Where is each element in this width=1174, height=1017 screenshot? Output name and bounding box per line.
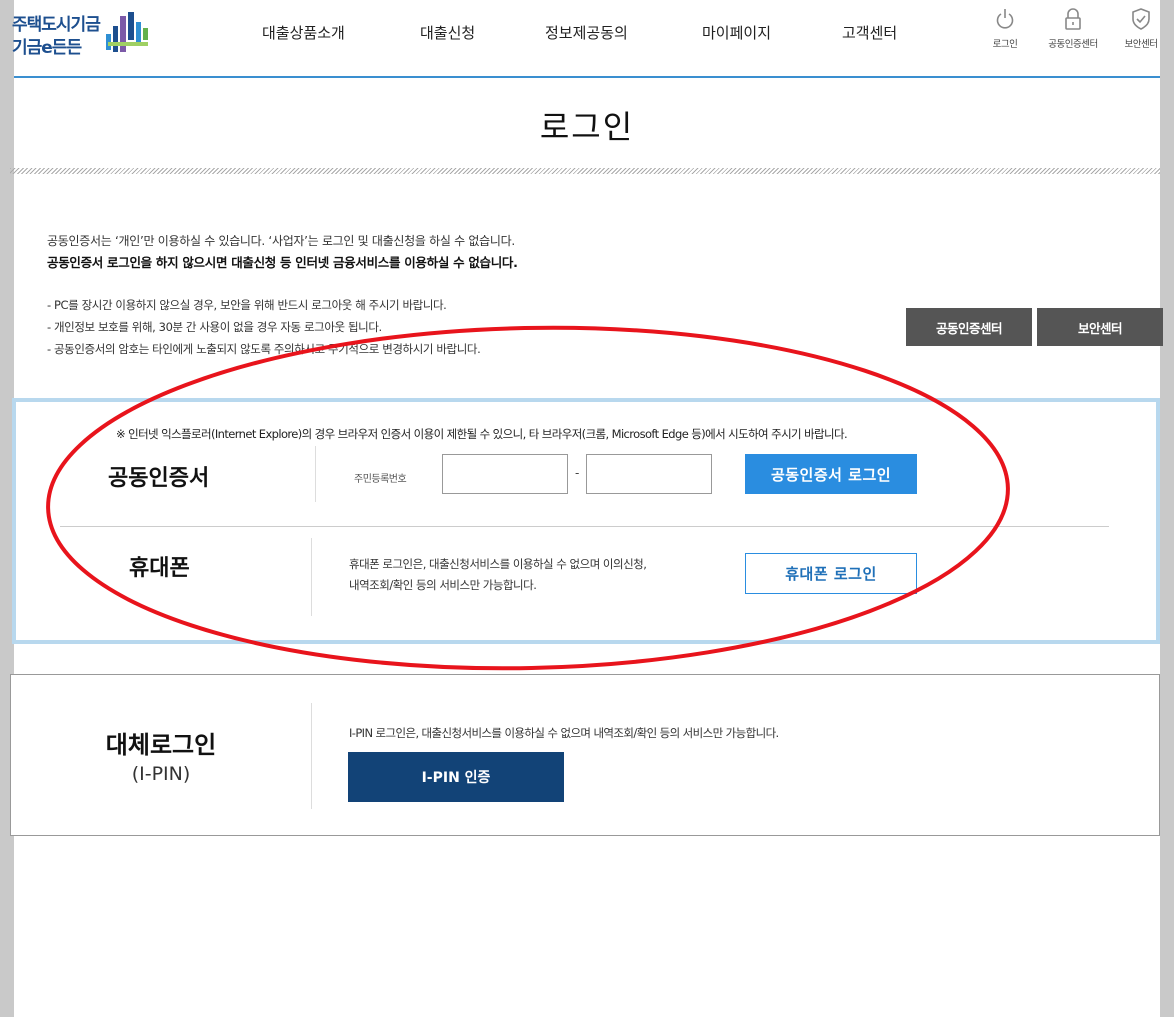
util-security-center[interactable]: 보안센터 xyxy=(1106,8,1174,50)
phone-login-button[interactable]: 휴대폰 로그인 xyxy=(745,553,917,594)
cert-center-button[interactable]: 공동인증센터 xyxy=(906,308,1032,346)
util-security-center-label: 보안센터 xyxy=(1124,39,1158,50)
util-cert-center-label: 공동인증센터 xyxy=(1048,39,1098,50)
shield-icon xyxy=(1132,8,1150,30)
alt-login-panel: 대체로그인 (I-PIN) I-PIN 로그인은, 대출신청서비스를 이용하실 … xyxy=(10,674,1160,836)
nav-loan-apply[interactable]: 대출신청 xyxy=(420,22,475,43)
notice-bullets: - PC를 장시간 이용하지 않으실 경우, 보안을 위해 반드시 로그아웃 해… xyxy=(47,294,481,360)
lock-icon xyxy=(1065,8,1081,30)
login-panel: ※ 인터넷 익스플로러(Internet Explore)의 경우 브라우저 인… xyxy=(12,398,1160,644)
util-cert-center[interactable]: 공동인증센터 xyxy=(1038,8,1108,50)
rrn-front-input[interactable] xyxy=(442,454,568,494)
page-title: 로그인 xyxy=(539,108,635,146)
cert-login-button[interactable]: 공동인증서 로그인 xyxy=(745,454,917,494)
alt-login-subtitle: (I-PIN) xyxy=(131,763,191,785)
cert-login-label: 공동인증서 xyxy=(108,466,210,491)
title-divider xyxy=(10,168,1160,174)
notice-bullet: - 개인정보 보호를 위해, 30분 간 사용이 없을 경우 자동 로그아웃 됩… xyxy=(47,320,382,334)
rrn-back-input[interactable] xyxy=(586,454,712,494)
site-logo[interactable]: 주택도시기금 기금e든든 xyxy=(12,10,172,60)
logo-mark-icon xyxy=(106,12,148,52)
section-divider xyxy=(60,526,1109,527)
notice-bullet: - PC를 장시간 이용하지 않으실 경우, 보안을 위해 반드시 로그아웃 해… xyxy=(47,298,447,312)
notice-line-1: 공동인증서는 ‘개인’만 이용하실 수 있습니다. ‘사업자’는 로그인 및 대… xyxy=(47,234,515,248)
util-login-label: 로그인 xyxy=(992,39,1018,50)
nav-info-consent[interactable]: 정보제공동의 xyxy=(545,22,628,43)
phone-login-desc: 휴대폰 로그인은, 대출신청서비스를 이용하실 수 없으며 이의신청, 내역조회… xyxy=(349,554,647,596)
phone-login-label: 휴대폰 xyxy=(129,556,190,581)
divider xyxy=(311,538,312,616)
logo-text-line2: 기금e든든 xyxy=(12,38,82,58)
rrn-dash: - xyxy=(575,466,580,480)
logo-text-line1: 주택도시기금 xyxy=(12,15,101,35)
notice-line-2: 공동인증서 로그인을 하지 않으시면 대출신청 등 인터넷 금융서비스를 이용하… xyxy=(47,255,518,270)
alt-login-desc: I-PIN 로그인은, 대출신청서비스를 이용하실 수 없으며 내역조회/확인 … xyxy=(349,726,779,740)
power-icon xyxy=(996,9,1014,29)
nav-customer-center[interactable]: 고객센터 xyxy=(842,22,897,43)
page: 주택도시기금 기금e든든 대출상품소개 대출신청 정보제공동의 마이페이지 고객… xyxy=(10,0,1163,1017)
rrn-label: 주민등록번호 xyxy=(354,474,407,485)
divider xyxy=(315,446,316,502)
site-header: 주택도시기금 기금e든든 대출상품소개 대출신청 정보제공동의 마이페이지 고객… xyxy=(12,0,1160,78)
util-login[interactable]: 로그인 xyxy=(970,8,1040,50)
alt-login-title: 대체로그인 xyxy=(105,731,217,759)
divider xyxy=(311,703,312,809)
nav-loan-products[interactable]: 대출상품소개 xyxy=(262,22,345,43)
ipin-auth-button[interactable]: I-PIN 인증 xyxy=(348,752,564,802)
phone-desc-line-1: 휴대폰 로그인은, 대출신청서비스를 이용하실 수 없으며 이의신청, xyxy=(349,557,647,571)
browser-notice: ※ 인터넷 익스플로러(Internet Explore)의 경우 브라우저 인… xyxy=(116,427,848,441)
security-center-button[interactable]: 보안센터 xyxy=(1037,308,1163,346)
phone-desc-line-2: 내역조회/확인 등의 서비스만 가능합니다. xyxy=(349,578,537,592)
notice-bullet: - 공동인증서의 암호는 타인에게 노출되지 않도록 주의하시고 주기적으로 변… xyxy=(47,342,481,356)
nav-mypage[interactable]: 마이페이지 xyxy=(702,22,771,43)
login-notice: 공동인증서는 ‘개인’만 이용하실 수 있습니다. ‘사업자’는 로그인 및 대… xyxy=(47,232,847,272)
